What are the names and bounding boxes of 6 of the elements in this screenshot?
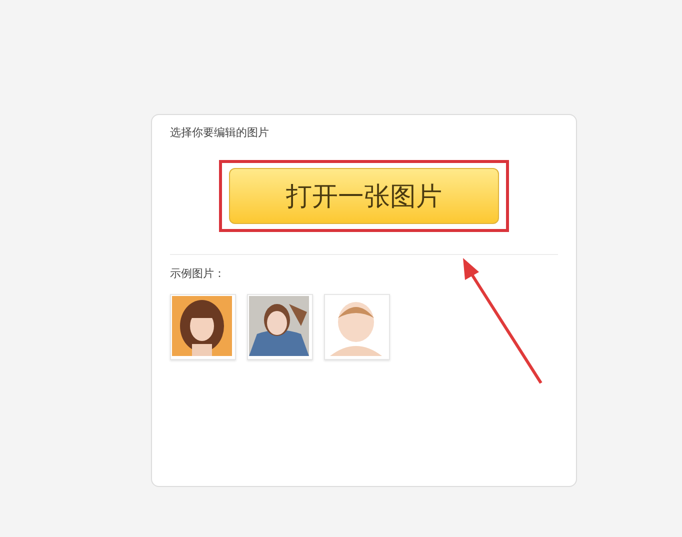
sample-thumbnail[interactable] xyxy=(247,294,313,360)
open-image-button[interactable]: 打开一张图片 xyxy=(229,168,499,224)
sample-thumbnail[interactable] xyxy=(170,294,236,360)
panel-title: 选择你要编辑的图片 xyxy=(170,126,270,140)
sample-thumbnail[interactable] xyxy=(324,294,390,360)
samples-label: 示例图片： xyxy=(170,267,226,281)
